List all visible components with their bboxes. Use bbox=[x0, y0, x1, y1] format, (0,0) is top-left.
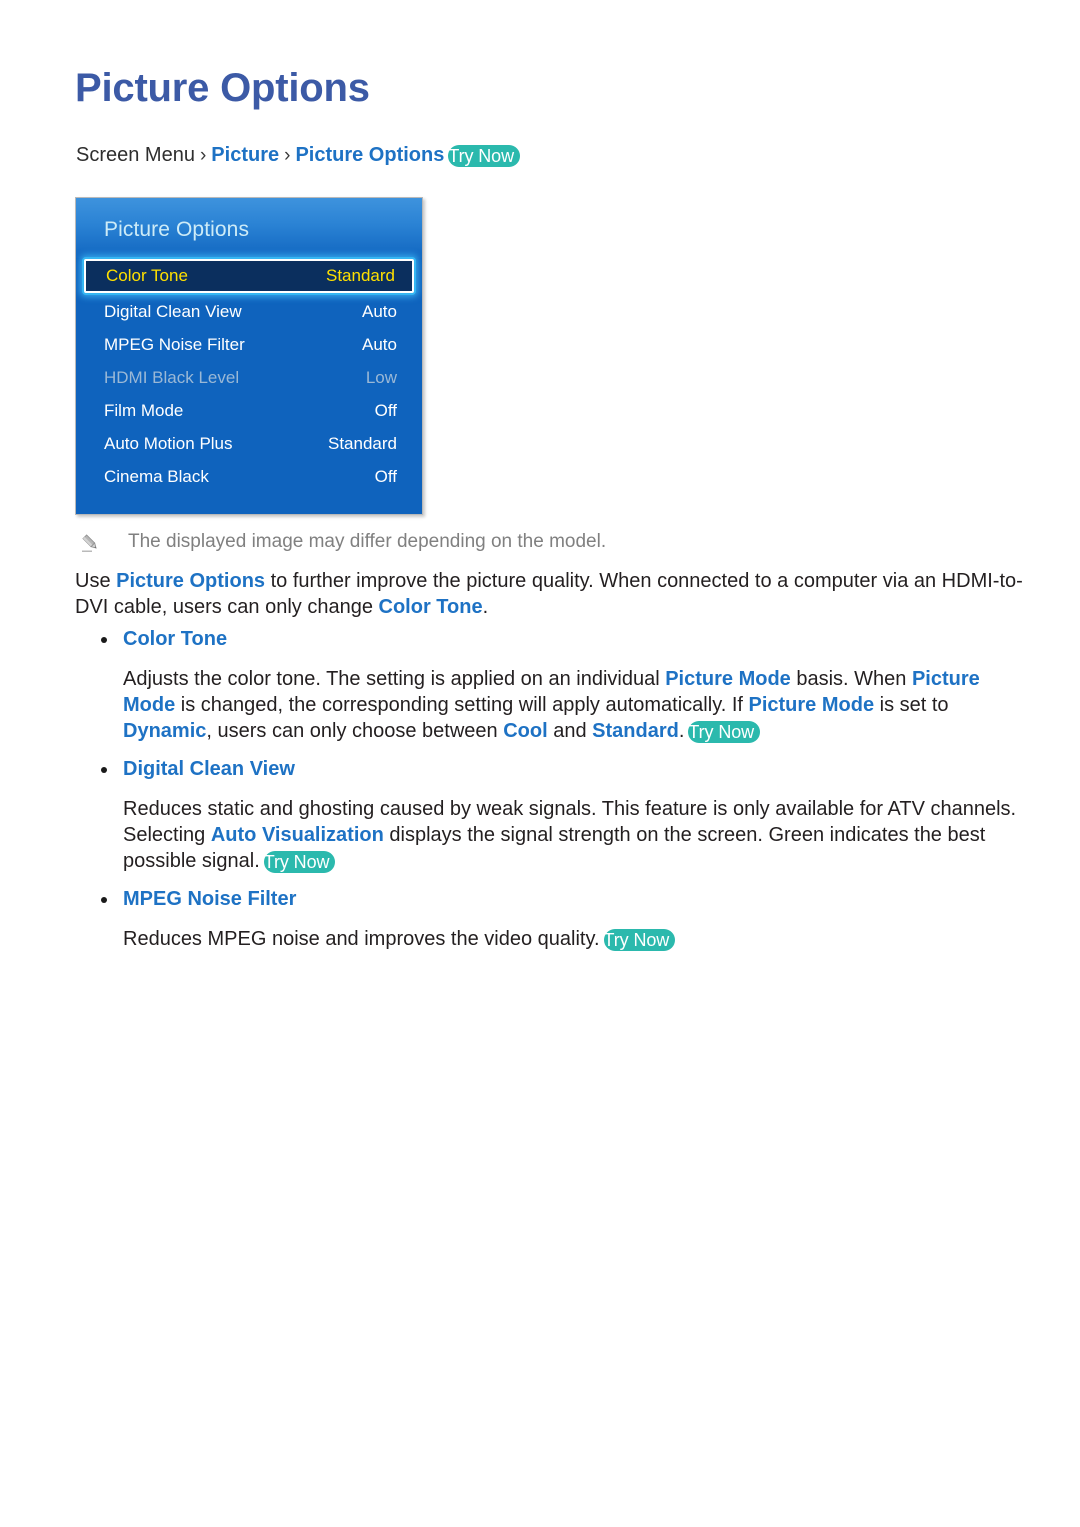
tv-menu-item-label: Color Tone bbox=[106, 266, 188, 285]
breadcrumb-root: Screen Menu bbox=[76, 144, 195, 166]
tv-menu-item-label: MPEG Noise Filter bbox=[104, 334, 245, 354]
pencil-icon bbox=[80, 532, 102, 554]
note-text: The displayed image may differ depending… bbox=[128, 531, 607, 552]
tv-menu-item-label: Cinema Black bbox=[104, 466, 209, 486]
intro-text-3: . bbox=[482, 596, 489, 618]
tv-menu-item-value: Off bbox=[374, 400, 397, 420]
tv-menu-item-label: HDMI Black Level bbox=[104, 367, 240, 387]
try-now-badge-mpeg-noise-filter[interactable]: Try Now bbox=[603, 929, 676, 951]
tv-menu-item-value: Auto bbox=[362, 301, 397, 321]
tv-menu-item-value: Low bbox=[365, 367, 397, 387]
try-now-badge-digital-clean-view[interactable]: Try Now bbox=[263, 851, 336, 873]
try-now-label: Try Now bbox=[448, 146, 514, 166]
ct-text-7: . bbox=[678, 720, 685, 742]
intro-highlight-color-tone: Color Tone bbox=[378, 596, 483, 618]
tv-menu-item-label: Film Mode bbox=[104, 400, 184, 420]
section-digital-clean-view: Digital Clean View Reduces static and gh… bbox=[75, 756, 1033, 874]
tv-menu-item-label: Digital Clean View bbox=[104, 301, 242, 321]
tv-menu-item-value: Standard bbox=[326, 266, 395, 285]
ct-highlight-dynamic: Dynamic bbox=[123, 720, 207, 742]
ct-highlight-picture-mode-1: Picture Mode bbox=[665, 668, 791, 690]
tv-menu-title: Picture Options bbox=[104, 218, 250, 241]
tv-menu-rows: Color Tone Standard Digital Clean View A… bbox=[76, 258, 422, 493]
ct-highlight-cool: Cool bbox=[503, 720, 548, 742]
try-now-label: Try Now bbox=[603, 930, 670, 950]
section-body-digital-clean-view: Reduces static and ghosting caused by we… bbox=[75, 796, 1033, 874]
section-mpeg-noise-filter: MPEG Noise Filter Reduces MPEG noise and… bbox=[75, 886, 1033, 952]
try-now-label: Try Now bbox=[263, 852, 330, 872]
section-color-tone: Color Tone Adjusts the color tone. The s… bbox=[75, 626, 1033, 744]
tv-menu-item-mpeg-noise-filter[interactable]: MPEG Noise Filter Auto bbox=[76, 328, 422, 361]
tv-menu-item-value: Auto bbox=[362, 334, 397, 354]
ct-text-6: and bbox=[547, 720, 593, 742]
tv-menu-item-hdmi-black-level: HDMI Black Level Low bbox=[76, 361, 422, 394]
tv-menu-item-value: Off bbox=[374, 466, 397, 486]
intro-paragraph: Use Picture Options to further improve t… bbox=[75, 568, 1033, 620]
ct-text-2: basis. When bbox=[790, 668, 912, 690]
breadcrumb-item-picture[interactable]: Picture bbox=[211, 144, 279, 166]
chevron-right-icon: › bbox=[199, 145, 207, 166]
section-heading-mpeg-noise-filter: MPEG Noise Filter bbox=[75, 886, 1033, 912]
chevron-right-icon-2: › bbox=[284, 145, 291, 166]
try-now-badge-breadcrumb[interactable]: Try Now bbox=[448, 145, 520, 167]
try-now-label: Try Now bbox=[688, 722, 755, 742]
tv-menu-item-value: Standard bbox=[328, 433, 397, 453]
note-row: The displayed image may differ depending… bbox=[80, 530, 606, 554]
breadcrumb-item-picture-options[interactable]: Picture Options bbox=[295, 144, 444, 166]
tv-menu-item-film-mode[interactable]: Film Mode Off bbox=[76, 394, 422, 427]
page-title: Picture Options bbox=[75, 66, 370, 110]
intro-text-1: Use bbox=[75, 570, 117, 592]
breadcrumb: Screen Menu › Picture › Picture Options Try N… bbox=[76, 142, 520, 169]
tv-menu-item-digital-clean-view[interactable]: Digital Clean View Auto bbox=[76, 295, 422, 328]
intro-highlight-picture-options: Picture Options bbox=[116, 570, 266, 592]
ct-text-4: is set to bbox=[874, 694, 949, 716]
tv-menu-panel: Picture Options Color Tone Standard Digi… bbox=[75, 197, 423, 515]
try-now-badge-color-tone[interactable]: Try Now bbox=[688, 721, 761, 743]
ct-text-5: , users can only choose between bbox=[206, 720, 504, 742]
tv-menu-item-auto-motion-plus[interactable]: Auto Motion Plus Standard bbox=[76, 427, 422, 460]
dcv-highlight-auto-visualization: Auto Visualization bbox=[210, 824, 384, 846]
section-body-color-tone: Adjusts the color tone. The setting is a… bbox=[75, 666, 1033, 744]
ct-highlight-picture-mode-3: Picture Mode bbox=[748, 694, 875, 716]
tv-menu-item-cinema-black[interactable]: Cinema Black Off bbox=[76, 460, 422, 493]
document-page: Picture Options Screen Menu › Picture › Pict… bbox=[0, 0, 1080, 1527]
mpeg-text-1: Reduces MPEG noise and improves the vide… bbox=[123, 928, 600, 950]
tv-menu-item-color-tone[interactable]: Color Tone Standard bbox=[84, 259, 414, 293]
ct-highlight-standard: Standard bbox=[592, 720, 679, 742]
section-heading-color-tone: Color Tone bbox=[75, 626, 1033, 652]
section-heading-digital-clean-view: Digital Clean View bbox=[75, 756, 1033, 782]
ct-text-3: is changed, the corresponding setting wi… bbox=[175, 694, 749, 716]
tv-menu-item-label: Auto Motion Plus bbox=[104, 433, 233, 453]
section-body-mpeg-noise-filter: Reduces MPEG noise and improves the vide… bbox=[75, 926, 1033, 952]
ct-text-1: Adjusts the color tone. The setting is a… bbox=[123, 668, 666, 690]
